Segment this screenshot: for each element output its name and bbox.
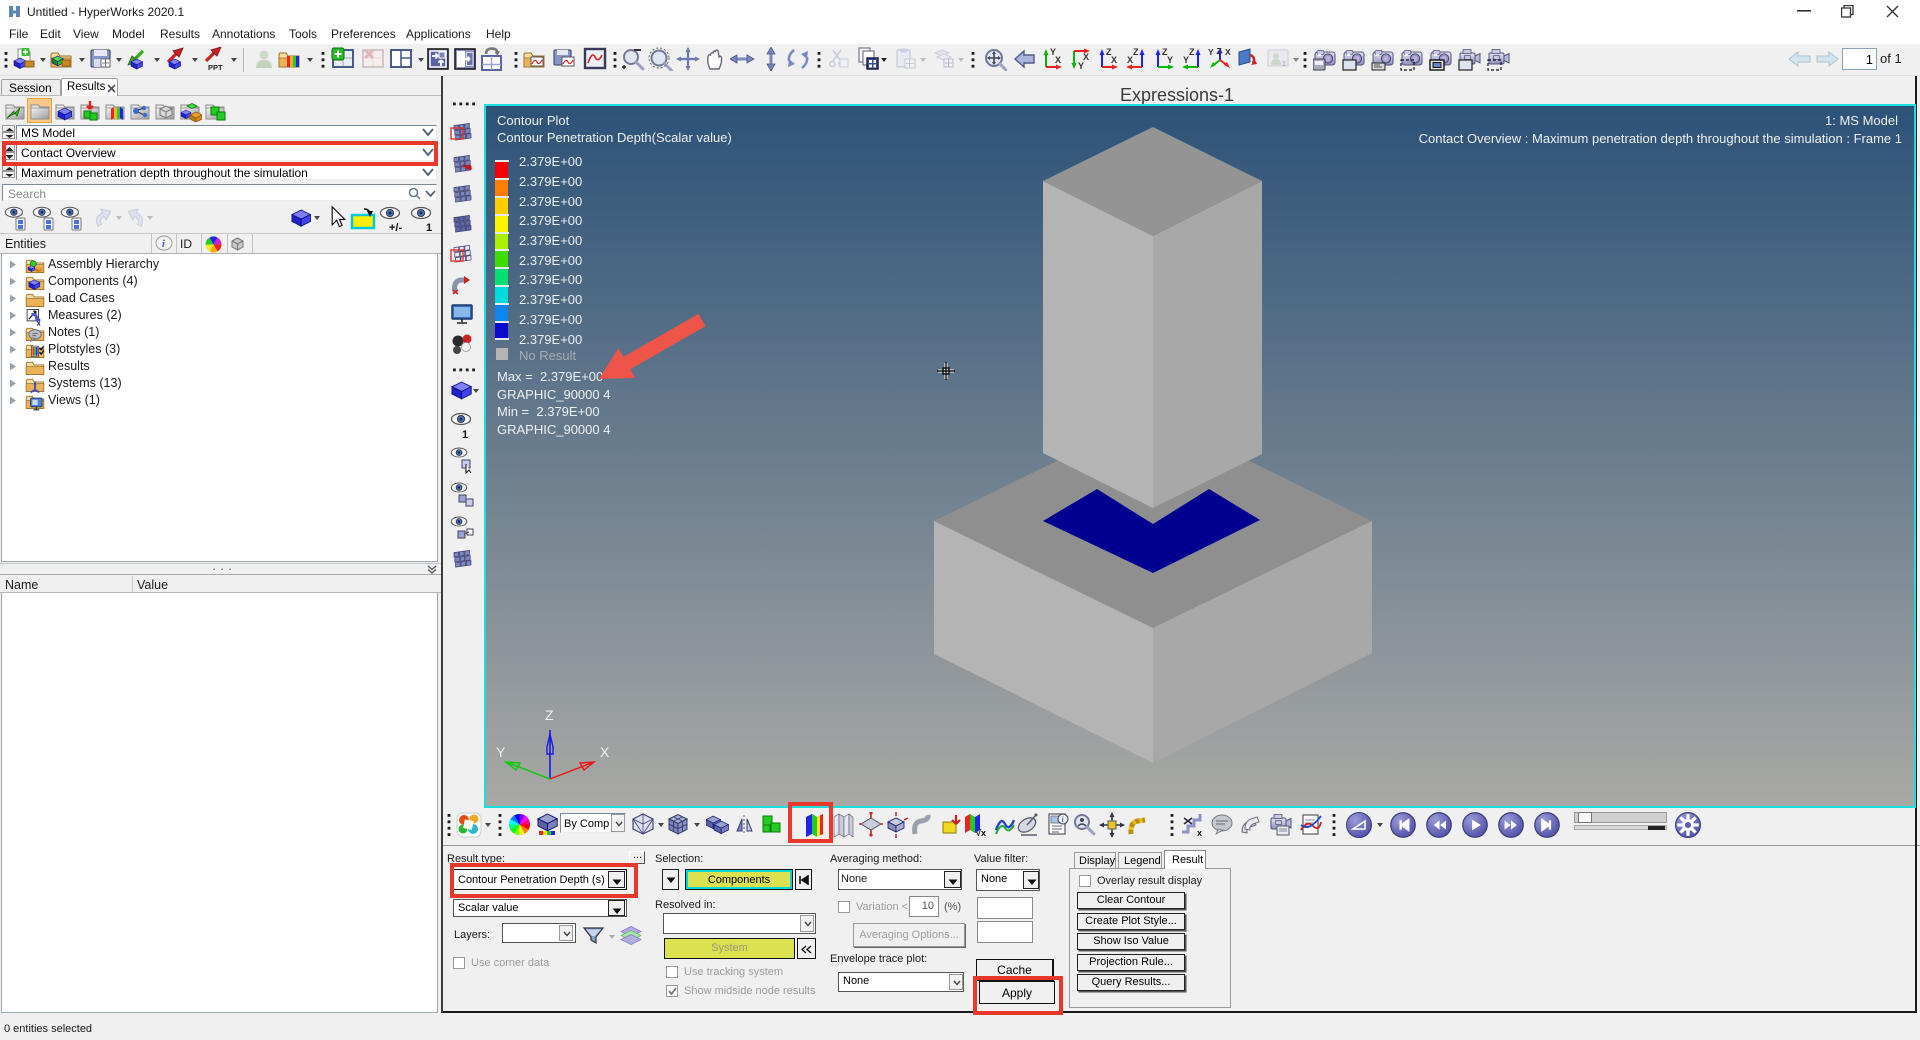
svg-text:X: X [1127, 55, 1133, 65]
svg-text:X: X [1055, 55, 1061, 65]
svg-text:X: X [1083, 52, 1089, 62]
svg-text:PPT: PPT [208, 63, 223, 71]
svg-text:Y: Y [1183, 55, 1189, 65]
svg-text:Y: Y [1167, 55, 1173, 65]
svg-text:Z: Z [1217, 47, 1222, 56]
svg-text:1: 1 [426, 222, 432, 233]
svg-text:x: x [1197, 828, 1202, 838]
svg-text:X: X [1225, 47, 1231, 57]
svg-text:1: 1 [1282, 61, 1286, 68]
svg-text:√x: √x [976, 828, 986, 838]
svg-text:Y: Y [1078, 61, 1084, 71]
svg-text:i: i [162, 239, 165, 250]
svg-text:X: X [1111, 55, 1117, 65]
svg-text:1: 1 [462, 429, 468, 439]
svg-text:i: i [1062, 815, 1064, 824]
svg-text:Y: Y [1208, 47, 1214, 57]
svg-text:Z: Z [1189, 47, 1195, 57]
svg-text:Z: Z [1133, 47, 1139, 57]
svg-text:+/-: +/- [389, 222, 402, 233]
